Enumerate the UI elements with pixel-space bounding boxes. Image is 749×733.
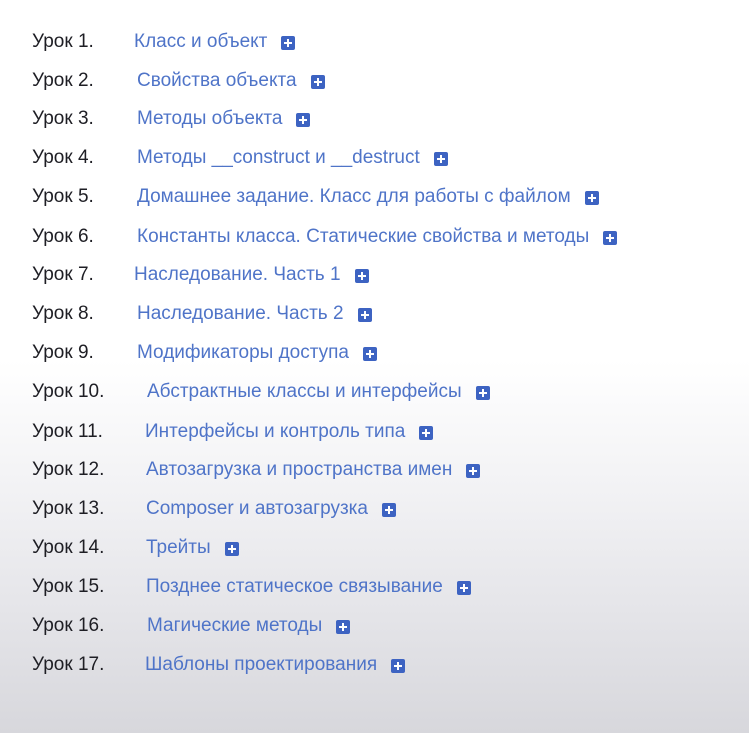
lesson-row: Урок 10. Абстрактные классы и интерфейсы — [0, 378, 749, 406]
plus-square-icon[interactable] — [310, 75, 325, 89]
lesson-link[interactable]: Наследование. Часть 1 — [134, 261, 341, 289]
plus-square-icon[interactable] — [603, 231, 618, 245]
lesson-number: Урок 1. — [32, 31, 94, 52]
lesson-row: Урок 17. Шаблоны проектирования — [0, 651, 749, 679]
lesson-title-wrap: Шаблоны проектирования — [145, 651, 406, 679]
lesson-title-wrap: Модификаторы доступа — [137, 339, 377, 367]
lesson-title-wrap: Трейты — [146, 534, 239, 562]
lesson-title-wrap: Наследование. Часть 2 — [137, 300, 372, 328]
lesson-title-wrap: Класс и объект — [134, 28, 296, 56]
lesson-link[interactable]: Позднее статическое связывание — [146, 573, 443, 601]
lesson-link[interactable]: Автозагрузка и пространства имен — [146, 456, 452, 484]
lesson-number: Урок 6. — [32, 226, 94, 247]
plus-square-icon[interactable] — [419, 426, 434, 440]
lesson-number: Урок 4. — [32, 147, 94, 168]
lesson-number: Урок 17. — [32, 654, 105, 675]
lesson-title-wrap: Методы __construct и __destruct — [137, 144, 448, 172]
lesson-link[interactable]: Класс и объект — [134, 28, 267, 56]
plus-square-icon[interactable] — [281, 36, 296, 50]
lesson-title-wrap: Позднее статическое связывание — [146, 573, 471, 601]
lesson-title-wrap: Автозагрузка и пространства имен — [146, 456, 481, 484]
plus-square-icon[interactable] — [363, 347, 377, 361]
plus-square-icon[interactable] — [381, 503, 396, 517]
lesson-title-wrap: Методы объекта — [137, 105, 311, 133]
lesson-number: Урок 11. — [32, 421, 103, 442]
lesson-number: Урок 8. — [32, 303, 94, 324]
lesson-title-wrap: Интерфейсы и контроль типа — [145, 418, 434, 446]
plus-square-icon[interactable] — [456, 581, 471, 595]
plus-square-icon[interactable] — [354, 269, 369, 283]
lesson-link[interactable]: Абстрактные классы и интерфейсы — [147, 378, 462, 406]
lesson-number: Урок 14. — [32, 537, 105, 558]
lesson-title-wrap: Домашнее задание. Класс для работы с фай… — [137, 183, 599, 211]
lesson-number: Урок 13. — [32, 498, 105, 519]
plus-square-icon[interactable] — [336, 620, 351, 634]
lesson-link[interactable]: Магические методы — [147, 612, 322, 640]
lesson-number: Урок 5. — [32, 186, 94, 207]
lesson-link[interactable]: Наследование. Часть 2 — [137, 300, 344, 328]
plus-square-icon[interactable] — [584, 191, 599, 205]
lesson-link[interactable]: Методы объекта — [137, 105, 282, 133]
lesson-row: Урок 4. Методы __construct и __destruct — [0, 144, 749, 172]
lesson-number: Урок 3. — [32, 108, 94, 129]
lesson-link[interactable]: Трейты — [146, 534, 211, 562]
plus-square-icon[interactable] — [433, 152, 448, 166]
plus-square-icon[interactable] — [296, 113, 311, 127]
lesson-row: Урок 8. Наследование. Часть 2 — [0, 300, 749, 328]
lesson-row: Урок 12. Автозагрузка и пространства име… — [0, 456, 749, 484]
lesson-link[interactable]: Composer и автозагрузка — [146, 495, 368, 523]
lesson-row: Урок 3. Методы объекта — [0, 105, 749, 133]
lesson-row: Урок 11. Интерфейсы и контроль типа — [0, 418, 749, 446]
plus-square-icon[interactable] — [357, 308, 372, 322]
lesson-number: Урок 15. — [32, 576, 105, 597]
lesson-link[interactable]: Методы __construct и __destruct — [137, 144, 420, 172]
lesson-number: Урок 7. — [32, 264, 94, 285]
lesson-row: Урок 1. Класс и объект — [0, 28, 749, 56]
lesson-row: Урок 16. Магические методы — [0, 612, 749, 640]
lesson-link[interactable]: Интерфейсы и контроль типа — [145, 418, 405, 446]
lesson-title-wrap: Константы класса. Статические свойства и… — [137, 223, 618, 251]
lesson-title-wrap: Наследование. Часть 1 — [134, 261, 369, 289]
lesson-number: Урок 2. — [32, 70, 94, 91]
plus-square-icon[interactable] — [391, 659, 406, 673]
lesson-row: Урок 13. Composer и автозагрузка — [0, 495, 749, 523]
lesson-link[interactable]: Константы класса. Статические свойства и… — [137, 223, 589, 251]
lesson-title-wrap: Свойства объекта — [137, 67, 325, 95]
lesson-row: Урок 7. Наследование. Часть 1 — [0, 261, 749, 289]
plus-square-icon[interactable] — [475, 386, 490, 400]
lesson-row: Урок 2. Свойства объекта — [0, 67, 749, 95]
lesson-number: Урок 12. — [32, 459, 105, 480]
lesson-title-wrap: Composer и автозагрузка — [146, 495, 396, 523]
plus-square-icon[interactable] — [224, 542, 239, 556]
lesson-number: Урок 16. — [32, 615, 105, 636]
lesson-row: Урок 15. Позднее статическое связывание — [0, 573, 749, 601]
lesson-number: Урок 9. — [32, 342, 94, 363]
plus-square-icon[interactable] — [466, 464, 481, 478]
lesson-link[interactable]: Свойства объекта — [137, 67, 297, 95]
lesson-number: Урок 10. — [32, 381, 105, 402]
lesson-list: Урок 1. Класс и объект Урок 2. Свойства … — [0, 0, 749, 733]
lesson-row: Урок 9. Модификаторы доступа — [0, 339, 749, 367]
lesson-link[interactable]: Модификаторы доступа — [137, 339, 349, 367]
lesson-link[interactable]: Домашнее задание. Класс для работы с фай… — [137, 183, 571, 211]
lesson-title-wrap: Абстрактные классы и интерфейсы — [147, 378, 490, 406]
lesson-row: Урок 6. Константы класса. Статические св… — [0, 223, 749, 251]
lesson-link[interactable]: Шаблоны проектирования — [145, 651, 377, 679]
lesson-row: Урок 5. Домашнее задание. Класс для рабо… — [0, 183, 749, 211]
lesson-title-wrap: Магические методы — [147, 612, 351, 640]
lesson-row: Урок 14. Трейты — [0, 534, 749, 562]
